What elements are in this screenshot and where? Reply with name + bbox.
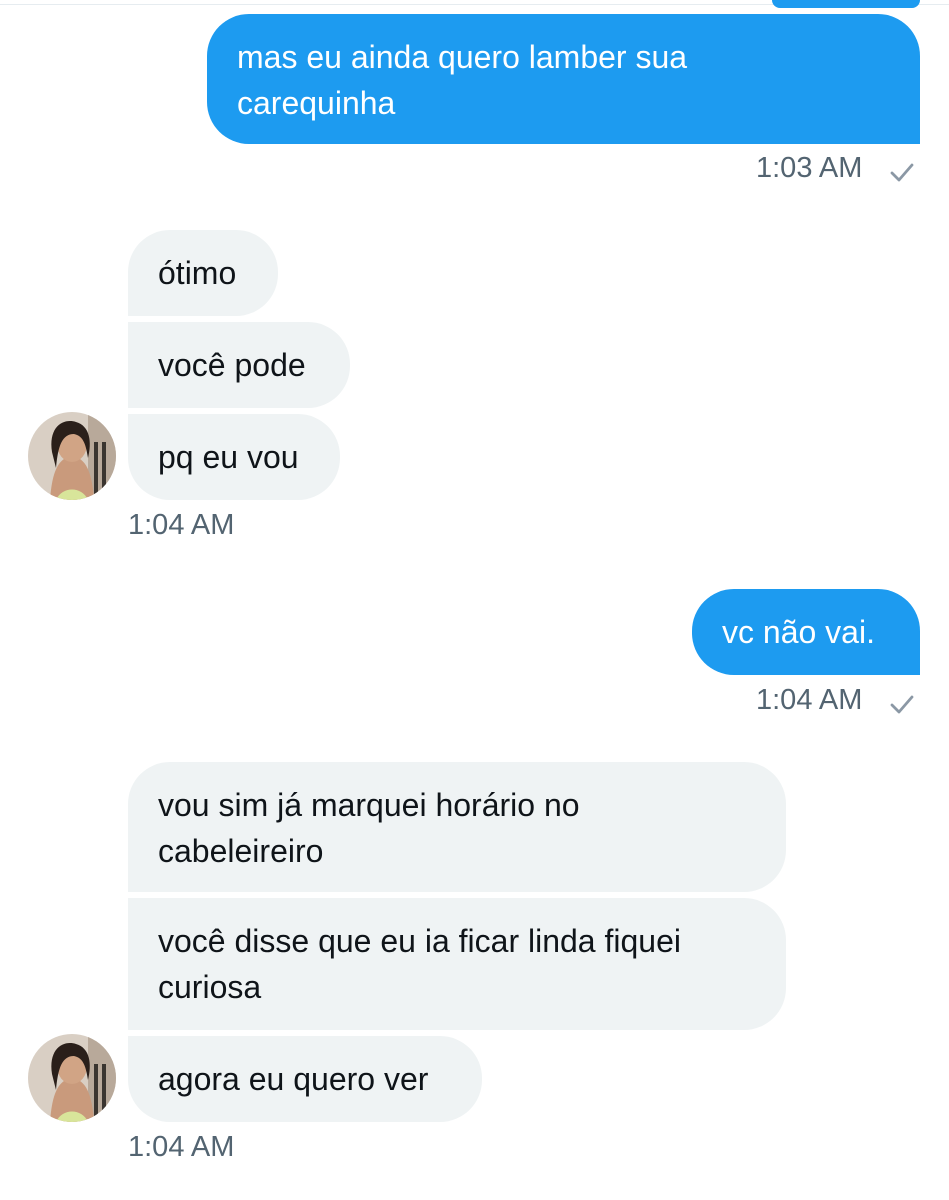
outgoing-message[interactable]: vc não vai. bbox=[692, 589, 920, 675]
checkmark-icon bbox=[890, 695, 914, 714]
message-timestamp: 1:04 AM bbox=[756, 684, 863, 716]
message-timestamp: 1:04 AM bbox=[128, 509, 235, 541]
checkmark-icon bbox=[890, 163, 914, 182]
avatar[interactable] bbox=[28, 1034, 116, 1122]
incoming-message[interactable]: você disse que eu ia ficar linda fiquei … bbox=[128, 898, 786, 1030]
avatar[interactable] bbox=[28, 412, 116, 500]
incoming-message[interactable]: agora eu quero ver bbox=[128, 1036, 482, 1122]
message-timestamp: 1:04 AM bbox=[128, 1131, 235, 1163]
message-timestamp: 1:03 AM bbox=[756, 152, 863, 184]
contact-photo bbox=[28, 1034, 116, 1122]
previous-message-bubble-edge bbox=[772, 0, 920, 8]
incoming-message[interactable]: você pode bbox=[128, 322, 350, 408]
incoming-message[interactable]: ótimo bbox=[128, 230, 278, 316]
incoming-message[interactable]: pq eu vou bbox=[128, 414, 340, 500]
outgoing-message[interactable]: mas eu ainda quero lamber sua carequinha bbox=[207, 14, 920, 144]
incoming-message[interactable]: vou sim já marquei horário no cabeleirei… bbox=[128, 762, 786, 892]
contact-photo bbox=[28, 412, 116, 500]
